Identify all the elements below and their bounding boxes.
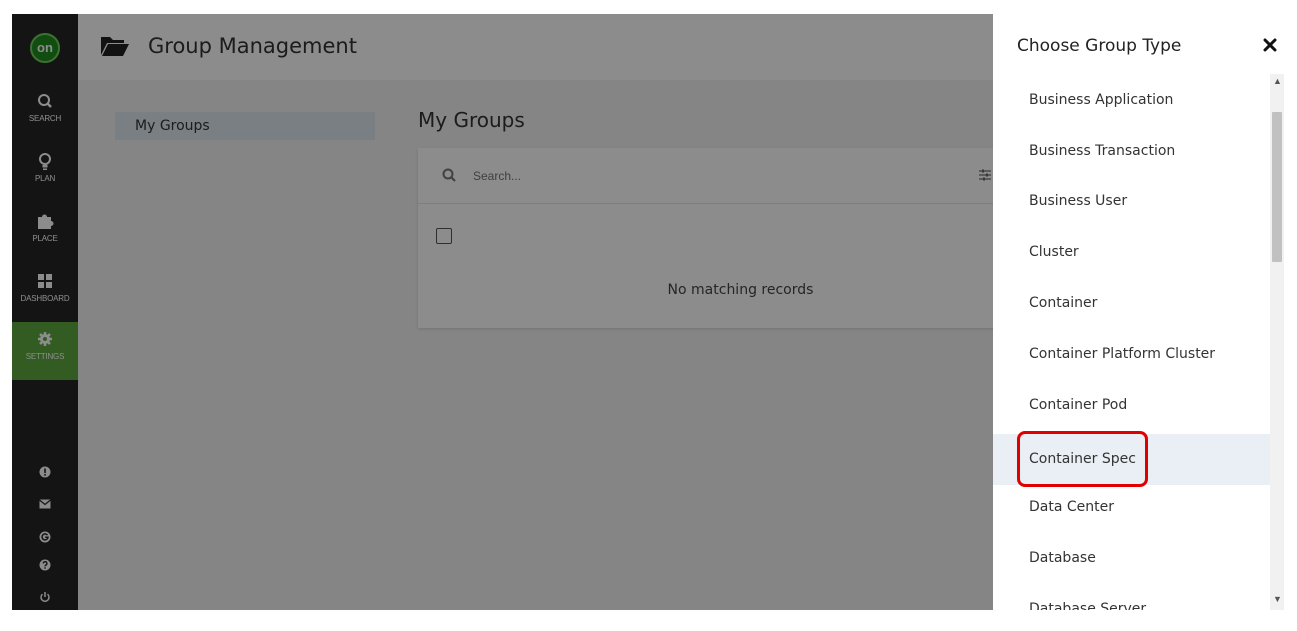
scroll-up-icon[interactable]: ▲ [1273,76,1282,86]
group-type-container[interactable]: Container [993,278,1270,329]
group-type-container-pod[interactable]: Container Pod [993,380,1270,431]
scroll-thumb[interactable] [1272,112,1282,262]
choose-group-type-panel: Choose Group Type Business Application B… [993,14,1297,610]
group-type-database[interactable]: Database [993,533,1270,584]
group-type-data-center[interactable]: Data Center [993,482,1270,533]
group-type-list: Business Application Business Transactio… [993,74,1270,610]
panel-title: Choose Group Type [1017,36,1182,56]
selection-highlight-box [1017,431,1148,487]
app-window: on SEARCH PLAN PLACE DASHBOARD SETTINGS [12,14,1297,610]
scroll-down-icon[interactable]: ▼ [1273,594,1282,604]
group-type-business-application[interactable]: Business Application [993,75,1270,126]
modal-overlay[interactable] [12,14,993,610]
group-type-cluster[interactable]: Cluster [993,227,1270,278]
panel-scrollbar[interactable]: ▲ ▼ [1270,74,1284,610]
group-type-business-user[interactable]: Business User [993,176,1270,227]
group-type-container-platform-cluster[interactable]: Container Platform Cluster [993,329,1270,380]
close-icon[interactable] [1263,38,1277,52]
group-type-business-transaction[interactable]: Business Transaction [993,126,1270,177]
group-type-database-server[interactable]: Database Server [993,584,1270,610]
